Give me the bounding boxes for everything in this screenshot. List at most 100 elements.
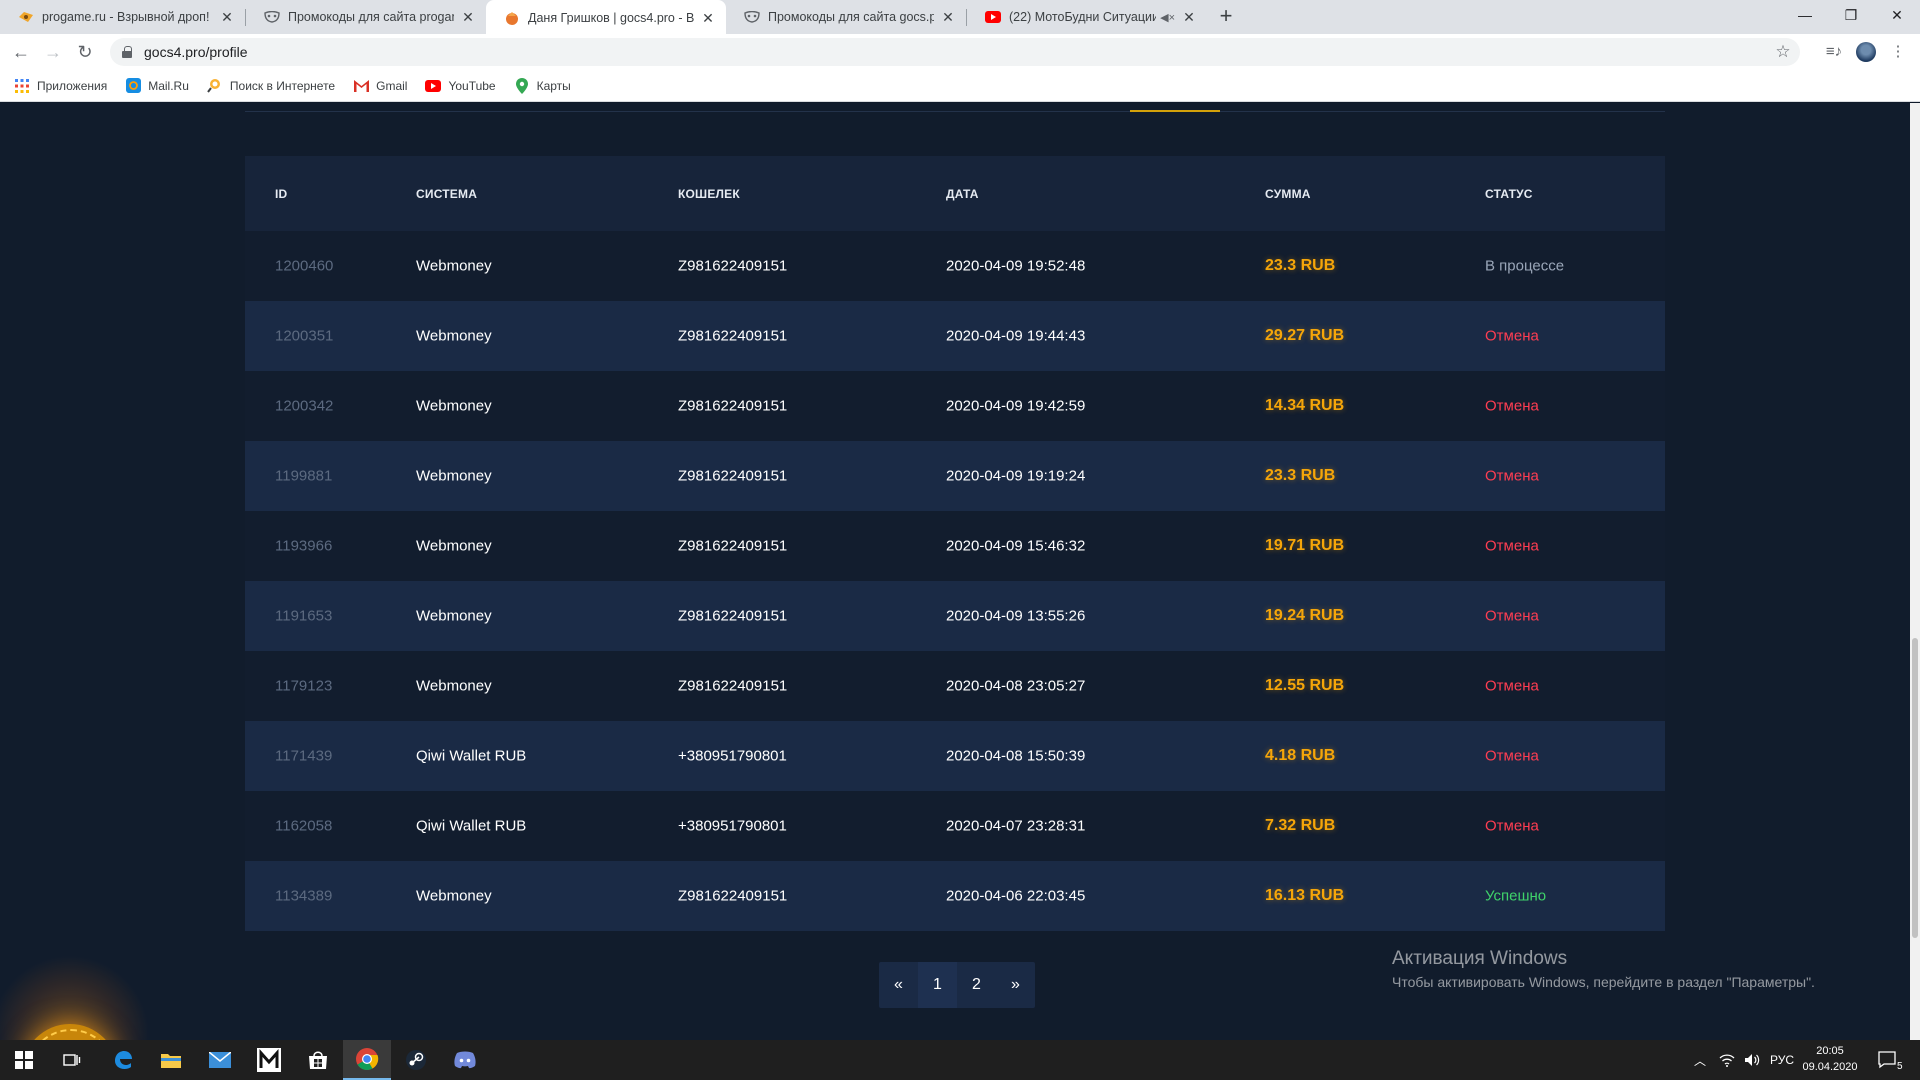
table-row: 1162058 Qiwi Wallet RUB +380951790801 2020-…: [245, 791, 1665, 861]
header-id: ID: [275, 186, 288, 201]
network-icon[interactable]: [1719, 1040, 1735, 1080]
cell-status: Отмена: [1485, 747, 1539, 765]
bookmark-youtube[interactable]: YouTube: [425, 78, 496, 94]
cell-status: Отмена: [1485, 467, 1539, 485]
cell-wallet: Z981622409151: [678, 467, 788, 485]
cell-date: 2020-04-08 15:50:39: [946, 747, 1086, 765]
address-bar[interactable]: gocs4.pro/profile ☆: [110, 38, 1800, 66]
cell-date: 2020-04-09 19:44:43: [946, 327, 1086, 345]
tab-promocodes-gocs[interactable]: Промокоды для сайта gocs.pro ✕: [726, 0, 966, 34]
cell-sum: 19.24 RUB: [1265, 607, 1345, 624]
table-row: 1191653 Webmoney Z981622409151 2020-04-09 1…: [245, 581, 1665, 651]
table-body: 1200460 Webmoney Z981622409151 2020-04-09 1…: [245, 231, 1665, 931]
cell-sum: 4.18 RUB: [1265, 747, 1336, 764]
avatar[interactable]: [1856, 42, 1876, 62]
table-row: 1200460 Webmoney Z981622409151 2020-04-09 1…: [245, 231, 1665, 301]
forward-arrow-icon[interactable]: →: [39, 38, 67, 66]
bookmark-gmail[interactable]: Gmail: [353, 78, 407, 94]
cell-status: Отмена: [1485, 817, 1539, 835]
task-view-icon[interactable]: [48, 1040, 96, 1080]
scrollbar-thumb[interactable]: [1912, 638, 1918, 938]
table-row: 1134389 Webmoney Z981622409151 2020-04-06 2…: [245, 861, 1665, 931]
search-web-icon: [207, 78, 223, 94]
cell-status: Отмена: [1485, 327, 1539, 345]
bookmark-maps[interactable]: Карты: [514, 77, 571, 94]
bookmark-apps[interactable]: Приложения: [14, 78, 107, 94]
close-icon[interactable]: ✕: [219, 9, 235, 25]
cell-system: Webmoney: [416, 257, 492, 275]
cell-wallet: Z981622409151: [678, 397, 788, 415]
edge-browser-icon[interactable]: [99, 1040, 147, 1080]
table-header: ID СИСТЕМА КОШЕЛЕК ДАТА СУММА СТАТУС: [245, 156, 1665, 231]
pagination-next-button[interactable]: »: [996, 962, 1035, 1008]
reload-icon[interactable]: ↻: [71, 38, 99, 66]
volume-icon[interactable]: [1744, 1040, 1760, 1080]
bookmark-web-search[interactable]: Поиск в Интернете: [207, 78, 335, 94]
notification-center-icon[interactable]: 5: [1878, 1040, 1903, 1080]
m-app-icon[interactable]: [245, 1040, 293, 1080]
minimize-button[interactable]: —: [1782, 0, 1828, 30]
row-cells: 1171439 Qiwi Wallet RUB +380951790801 2020-…: [245, 721, 1665, 791]
clock-date: 09.04.2020: [1802, 1061, 1858, 1073]
clock-time: 20:05: [1816, 1045, 1844, 1057]
close-window-button[interactable]: ✕: [1874, 0, 1920, 30]
row-cells: 1199881 Webmoney Z981622409151 2020-04-09 1…: [245, 441, 1665, 511]
withdrawals-table: ID СИСТЕМА КОШЕЛЕК ДАТА СУММА СТАТУС 120…: [245, 156, 1665, 931]
windows-start-icon[interactable]: [0, 1040, 48, 1080]
header-system: СИСТЕМА: [416, 186, 478, 201]
mailru-icon: [125, 78, 141, 94]
cell-id: 1199881: [275, 467, 333, 485]
url-text: gocs4.pro/profile: [144, 44, 248, 60]
page-content: ID СИСТЕМА КОШЕЛЕК ДАТА СУММА СТАТУС 120…: [0, 103, 1920, 1040]
file-explorer-icon[interactable]: [147, 1040, 195, 1080]
new-tab-button[interactable]: +: [1213, 4, 1239, 30]
system-clock[interactable]: 20:05 09.04.2020: [1790, 1043, 1870, 1075]
cell-wallet: Z981622409151: [678, 257, 788, 275]
restore-button[interactable]: ❐: [1828, 0, 1874, 30]
tab-progame[interactable]: progame.ru - Взрывной дроп! ✕: [0, 0, 245, 34]
menu-kebab-icon[interactable]: ⋮: [1884, 38, 1912, 66]
header-sum: СУММА: [1265, 186, 1311, 201]
cell-date: 2020-04-09 19:19:24: [946, 467, 1086, 485]
gmail-icon: [353, 78, 369, 94]
tab-gocs-profile[interactable]: Даня Гришков | gocs4.pro - Взр ✕: [486, 0, 726, 35]
bookmark-mailru[interactable]: Mail.Ru: [125, 78, 189, 94]
table-row: 1179123 Webmoney Z981622409151 2020-04-08 2…: [245, 651, 1665, 721]
cell-wallet: Z981622409151: [678, 327, 788, 345]
store-icon[interactable]: [294, 1040, 342, 1080]
row-cells: 1200351 Webmoney Z981622409151 2020-04-09 1…: [245, 301, 1665, 371]
table-row: 1200351 Webmoney Z981622409151 2020-04-09 1…: [245, 301, 1665, 371]
pagination-prev-button[interactable]: «: [879, 962, 918, 1008]
show-hidden-icons[interactable]: ︿: [1694, 1040, 1706, 1080]
bookmark-star-icon[interactable]: ☆: [1766, 38, 1800, 66]
cell-sum: 29.27 RUB: [1265, 327, 1345, 344]
close-icon[interactable]: ✕: [940, 9, 956, 25]
row-cells: 1191653 Webmoney Z981622409151 2020-04-09 1…: [245, 581, 1665, 651]
media-control-icon[interactable]: ≡♪: [1820, 38, 1848, 66]
cell-date: 2020-04-06 22:03:45: [946, 887, 1086, 905]
steam-icon[interactable]: [392, 1040, 440, 1080]
chrome-icon[interactable]: [343, 1040, 391, 1080]
cell-date: 2020-04-09 15:46:32: [946, 537, 1086, 555]
tabs-underline: [245, 111, 1665, 112]
lock-icon: [122, 46, 132, 58]
discord-icon[interactable]: [441, 1040, 489, 1080]
tab-youtube[interactable]: (22) МотоБудни Ситуации н ◀× ✕: [967, 0, 1207, 34]
mail-app-icon[interactable]: [196, 1040, 244, 1080]
cell-system: Qiwi Wallet RUB: [416, 817, 527, 835]
pagination-page-2[interactable]: 2: [957, 962, 996, 1008]
cell-status: Успешно: [1485, 887, 1547, 905]
header-status: СТАТУС: [1485, 186, 1533, 201]
back-arrow-icon[interactable]: ←: [7, 38, 35, 66]
pagination-page-1[interactable]: 1: [918, 962, 957, 1008]
table-row: 1171439 Qiwi Wallet RUB +380951790801 2020-…: [245, 721, 1665, 791]
browser-tab-strip: progame.ru - Взрывной дроп! ✕ Промокоды …: [0, 0, 1920, 35]
mask-favicon: [264, 9, 280, 25]
close-icon[interactable]: ✕: [700, 10, 716, 26]
close-icon[interactable]: ✕: [460, 9, 476, 25]
notification-count-badge: 5: [1897, 1060, 1903, 1072]
muted-speaker-icon[interactable]: ◀×: [1160, 11, 1175, 24]
close-icon[interactable]: ✕: [1181, 9, 1197, 25]
tab-promocodes-progame[interactable]: Промокоды для сайта progame ✕: [246, 0, 486, 34]
cell-system: Webmoney: [416, 467, 492, 485]
